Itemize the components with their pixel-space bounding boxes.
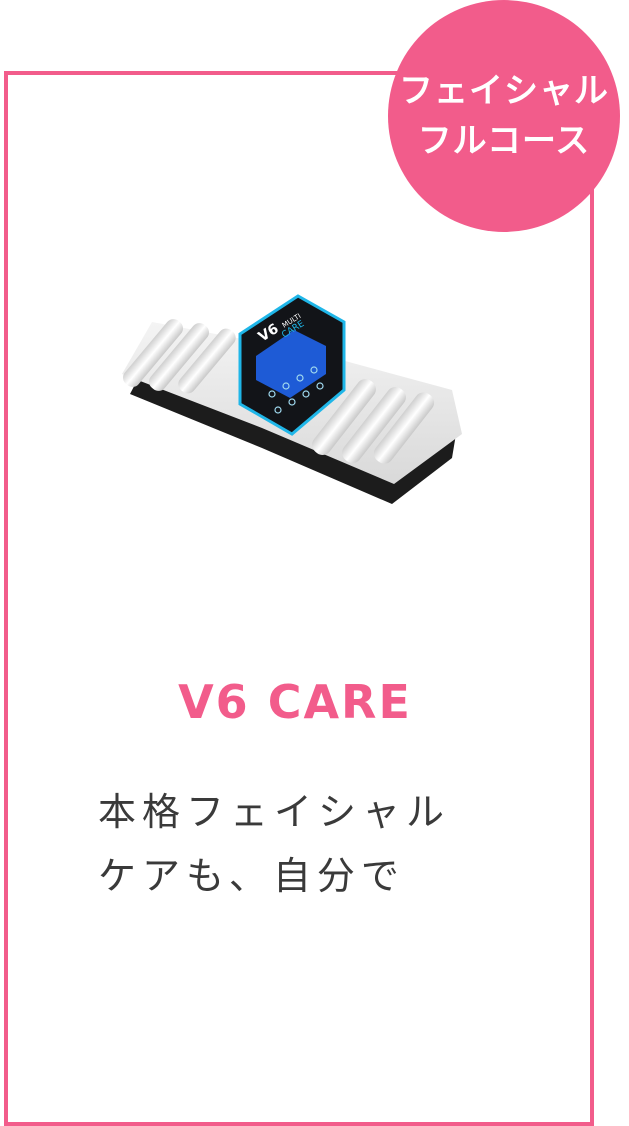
- product-image: V6 MULTI CARE: [122, 294, 462, 504]
- product-title: V6 CARE: [178, 675, 412, 729]
- course-badge: フェイシャル フルコース: [388, 0, 620, 232]
- badge-line-1: フェイシャル: [399, 71, 609, 111]
- description-line-1: 本格フェイシャル: [98, 790, 451, 834]
- badge-line-2: フルコース: [417, 121, 591, 161]
- product-description: 本格フェイシャル ケアも、自分で: [98, 780, 450, 908]
- description-line-2: ケアも、自分で: [98, 854, 405, 898]
